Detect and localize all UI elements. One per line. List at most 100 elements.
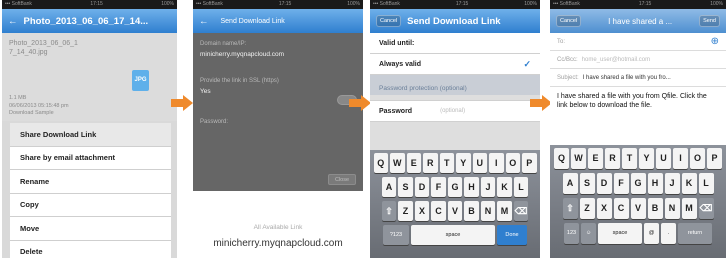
key[interactable]: J — [480, 177, 496, 197]
key[interactable]: D — [596, 173, 612, 194]
key[interactable]: P — [522, 153, 537, 173]
key[interactable]: E — [406, 153, 421, 173]
menu-item-move[interactable]: Move — [10, 217, 171, 241]
keyboard-row: ASDFGHJKL — [552, 173, 724, 194]
option-always-valid[interactable]: Always valid ✓ — [370, 54, 540, 75]
link-caption: All Available Link — [253, 224, 303, 231]
key[interactable]: G — [447, 177, 463, 197]
to-field[interactable]: To: ⊕ — [550, 33, 726, 51]
cancel-button[interactable]: Cancel — [376, 15, 402, 27]
password-input[interactable]: (optional) — [440, 108, 465, 114]
key[interactable]: O — [690, 148, 705, 169]
file-date: 06/06/2013 05:15:48 pm — [9, 102, 69, 109]
menu-item-copy[interactable]: Copy — [10, 194, 171, 217]
key[interactable]: G — [630, 173, 646, 194]
key[interactable]: L — [698, 173, 714, 194]
key[interactable]: O — [505, 153, 520, 173]
key[interactable]: X — [414, 201, 430, 221]
key[interactable]: R — [605, 148, 620, 169]
key[interactable]: R — [423, 153, 438, 173]
key[interactable]: S — [398, 177, 413, 197]
keyboard-row: ⇧ Z X C V B N M ⌫ — [552, 198, 724, 219]
option-valid-until[interactable]: Valid until: — [370, 33, 540, 54]
key[interactable]: X — [596, 198, 612, 219]
key[interactable]: T — [622, 148, 637, 169]
ssl-label: Provide the link in SSL (https) — [200, 78, 279, 84]
key-done[interactable]: Done — [497, 225, 527, 245]
key[interactable]: I — [489, 153, 504, 173]
key[interactable]: J — [664, 173, 680, 194]
key-numbers[interactable]: ?123 — [383, 225, 409, 245]
keyboard-row: QWERTYUIOP — [552, 148, 724, 169]
key[interactable]: B — [647, 198, 663, 219]
key[interactable]: A — [381, 177, 397, 197]
key[interactable]: L — [513, 177, 529, 197]
arrow-right-icon — [171, 95, 193, 111]
key[interactable]: F — [613, 173, 629, 194]
key[interactable]: U — [472, 153, 487, 173]
key[interactable]: H — [647, 173, 663, 194]
key-space[interactable]: space — [598, 223, 642, 244]
back-arrow-icon[interactable]: ← — [8, 16, 18, 27]
arrow-right-icon — [530, 95, 552, 111]
add-contact-icon[interactable]: ⊕ — [711, 36, 719, 47]
key-numbers[interactable]: 123 — [564, 223, 579, 244]
key[interactable]: Z — [398, 201, 413, 221]
key[interactable]: Y — [456, 153, 471, 173]
status-bar: ••• SoftBank 17:15 100% — [193, 0, 363, 9]
key[interactable]: E — [588, 148, 603, 169]
key[interactable]: A — [562, 173, 578, 194]
domain-value[interactable]: minicherry.myqnapcloud.com — [200, 51, 356, 58]
key[interactable]: C — [431, 201, 446, 221]
menu-item-share-download-link[interactable]: Share Download Link — [10, 123, 171, 147]
key[interactable]: K — [681, 173, 697, 194]
key[interactable]: W — [390, 153, 405, 173]
key-period[interactable]: . — [661, 223, 676, 244]
key[interactable]: V — [447, 201, 463, 221]
menu-item-share-email[interactable]: Share by email attachment — [10, 147, 171, 170]
key[interactable]: Q — [554, 148, 569, 169]
send-button[interactable]: Send — [699, 15, 720, 27]
key-emoji[interactable]: ☺ — [581, 223, 596, 244]
key[interactable]: M — [497, 201, 512, 221]
key[interactable]: ⌫ — [513, 201, 529, 221]
key[interactable]: ⇧ — [562, 198, 578, 219]
cancel-button[interactable]: Cancel — [556, 15, 582, 27]
key[interactable]: C — [613, 198, 629, 219]
menu-item-delete[interactable]: Delete — [10, 241, 171, 258]
key[interactable]: Z — [579, 198, 595, 219]
key[interactable]: Y — [639, 148, 654, 169]
back-arrow-icon[interactable]: ← — [199, 16, 209, 27]
key[interactable]: V — [630, 198, 646, 219]
key[interactable]: K — [497, 177, 512, 197]
key[interactable]: I — [673, 148, 688, 169]
key[interactable]: N — [480, 201, 496, 221]
key[interactable]: M — [681, 198, 697, 219]
key[interactable]: ⇧ — [381, 201, 397, 221]
password-label: Password: — [200, 119, 229, 125]
key-return[interactable]: return — [678, 223, 712, 244]
email-body[interactable]: I have shared a file with you from Qfile… — [550, 87, 726, 122]
key[interactable]: H — [464, 177, 479, 197]
key[interactable]: T — [439, 153, 454, 173]
cc-field[interactable]: Cc/Bcc: home_user@hotmail.com — [550, 51, 726, 69]
key[interactable]: U — [656, 148, 671, 169]
key-at[interactable]: @ — [644, 223, 659, 244]
key[interactable]: S — [579, 173, 595, 194]
subject-field[interactable]: Subject: I have shared a file with you f… — [550, 69, 726, 87]
close-button[interactable]: Close — [328, 174, 356, 185]
key[interactable]: N — [664, 198, 680, 219]
key[interactable]: W — [571, 148, 586, 169]
key[interactable]: P — [707, 148, 722, 169]
password-field[interactable]: Password (optional) — [370, 100, 540, 122]
key[interactable]: F — [431, 177, 446, 197]
key[interactable]: ⌫ — [698, 198, 714, 219]
menu-item-rename[interactable]: Rename — [10, 170, 171, 194]
screen-file-actions: ••• SoftBank 17:15 100% ← Photo_2013_06_… — [2, 0, 177, 258]
key-space[interactable]: space — [411, 225, 495, 245]
key[interactable]: D — [414, 177, 430, 197]
key[interactable]: B — [464, 201, 479, 221]
document-icon[interactable]: JPG — [132, 70, 149, 91]
key[interactable]: Q — [373, 153, 388, 173]
file-location: Download Sample — [9, 110, 54, 117]
